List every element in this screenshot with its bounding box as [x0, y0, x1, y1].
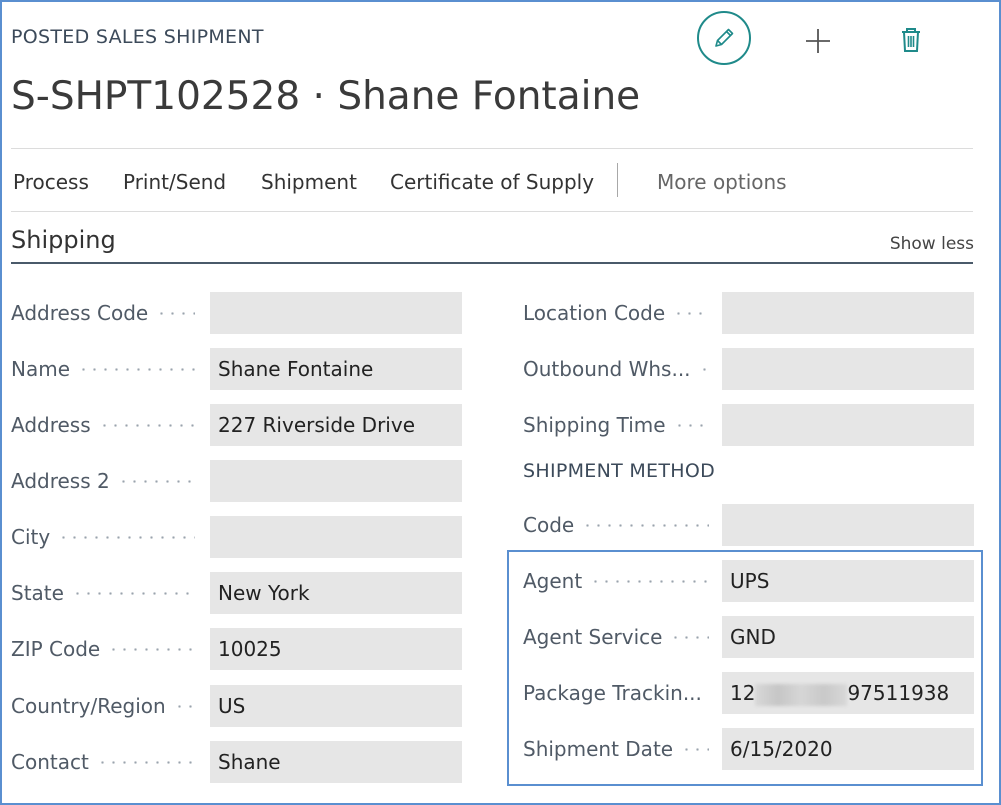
field-country-region: Country/Region US — [11, 685, 463, 727]
field-zip-code: ZIP Code 10025 — [11, 628, 463, 670]
field-label: State — [11, 581, 64, 605]
action-more-options[interactable]: More options — [657, 170, 787, 194]
field-shipping-time: Shipping Time — [523, 404, 974, 446]
section-title: Shipping — [11, 226, 116, 254]
address-input[interactable]: 227 Riverside Drive — [210, 404, 462, 446]
leader-dots — [156, 311, 195, 315]
address-2-input[interactable] — [210, 460, 462, 502]
field-contact: Contact Shane — [11, 741, 463, 783]
field-label: Contact — [11, 750, 89, 774]
action-bar: Process Print/Send Shipment Certificate … — [11, 148, 973, 212]
leader-dots — [582, 523, 709, 527]
leader-dots — [698, 367, 709, 371]
plus-icon — [806, 29, 830, 53]
name-input[interactable]: Shane Fontaine — [210, 348, 462, 390]
leader-dots — [78, 367, 195, 371]
leader-dots — [71, 591, 195, 595]
delete-button[interactable] — [896, 24, 926, 56]
shipment-method-heading: SHIPMENT METHOD — [523, 460, 716, 482]
page-title: S-SHPT102528 · Shane Fontaine — [11, 74, 641, 119]
field-location-code: Location Code — [523, 292, 974, 334]
city-input[interactable] — [210, 516, 462, 558]
code-input[interactable] — [722, 504, 974, 546]
leader-dots — [173, 704, 195, 708]
trash-icon — [902, 28, 920, 52]
pencil-icon — [715, 28, 734, 47]
field-label: City — [11, 525, 51, 549]
field-code: Code — [523, 504, 974, 546]
field-city: City — [11, 516, 463, 558]
highlight-box — [507, 550, 983, 786]
field-label: Location Code — [523, 301, 666, 325]
zip-code-input[interactable]: 10025 — [210, 628, 462, 670]
field-label: Outbound Whs... — [523, 357, 691, 381]
leader-dots — [96, 760, 195, 764]
leader-dots — [108, 647, 195, 651]
field-label: Code — [523, 513, 575, 537]
new-button[interactable] — [803, 26, 833, 56]
field-address-code: Address Code — [11, 292, 463, 334]
field-outbound-whs: Outbound Whs... — [523, 348, 974, 390]
leader-dots — [98, 423, 195, 427]
state-input[interactable]: New York — [210, 572, 462, 614]
action-print-send[interactable]: Print/Send — [123, 170, 226, 194]
leader-dots — [673, 311, 709, 315]
country-region-input[interactable]: US — [210, 685, 462, 727]
field-label: Shipping Time — [523, 413, 666, 437]
outbound-whs-input[interactable] — [722, 348, 974, 390]
field-label: ZIP Code — [11, 637, 101, 661]
action-shipment[interactable]: Shipment — [261, 170, 357, 194]
action-process[interactable]: Process — [13, 170, 89, 194]
action-certificate-of-supply[interactable]: Certificate of Supply — [390, 170, 594, 194]
field-label: Address 2 — [11, 469, 110, 493]
field-label: Country/Region — [11, 694, 166, 718]
field-label: Name — [11, 357, 71, 381]
leader-dots — [117, 479, 195, 483]
field-state: State New York — [11, 572, 463, 614]
section-divider — [11, 262, 973, 264]
field-name: Name Shane Fontaine — [11, 348, 463, 390]
field-label: Address Code — [11, 301, 149, 325]
edit-button[interactable] — [697, 11, 751, 65]
page-caption: POSTED SALES SHIPMENT — [11, 26, 264, 48]
field-label: Address — [11, 413, 91, 437]
field-address-2: Address 2 — [11, 460, 463, 502]
leader-dots — [58, 535, 195, 539]
shipping-time-input[interactable] — [722, 404, 974, 446]
address-code-input[interactable] — [210, 292, 462, 334]
contact-input[interactable]: Shane — [210, 741, 462, 783]
field-address: Address 227 Riverside Drive — [11, 404, 463, 446]
location-code-input[interactable] — [722, 292, 974, 334]
show-less-link[interactable]: Show less — [890, 234, 974, 254]
action-separator — [617, 163, 618, 197]
leader-dots — [673, 423, 709, 427]
